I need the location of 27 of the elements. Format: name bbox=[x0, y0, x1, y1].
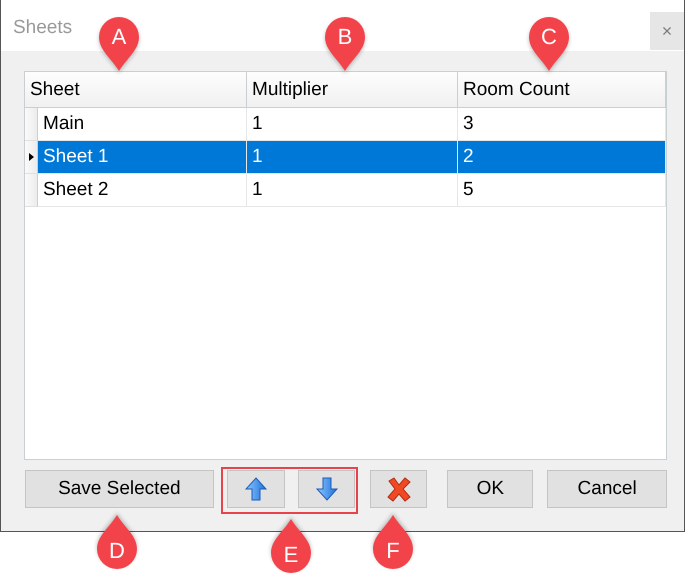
down-arrow-icon bbox=[316, 477, 338, 501]
move-up-button[interactable] bbox=[226, 470, 285, 508]
delete-button[interactable] bbox=[370, 470, 428, 508]
table-cell: Sheet 2 bbox=[38, 174, 247, 207]
callout-marker: A bbox=[96, 14, 142, 72]
column-header[interactable]: Room Count bbox=[458, 72, 666, 108]
window-title: Sheets bbox=[13, 17, 72, 39]
current-row-icon bbox=[28, 153, 34, 161]
column-header[interactable]: Multiplier bbox=[247, 72, 458, 108]
callout-marker: C bbox=[526, 14, 572, 72]
dialog-button[interactable]: Cancel bbox=[547, 470, 667, 508]
callout-marker: F bbox=[370, 514, 416, 572]
column-header[interactable]: Sheet bbox=[25, 72, 247, 108]
callout-marker: B bbox=[322, 14, 368, 72]
dialog-button[interactable]: Save Selected bbox=[25, 470, 214, 508]
table-cell: Sheet 1 bbox=[38, 141, 247, 174]
up-arrow-icon bbox=[244, 477, 267, 501]
dialog-button[interactable]: OK bbox=[447, 470, 534, 508]
table-cell: 5 bbox=[458, 174, 666, 207]
callout-marker: D bbox=[94, 514, 140, 572]
move-down-button[interactable] bbox=[298, 470, 356, 508]
table-cell: 2 bbox=[458, 141, 666, 174]
delete-icon bbox=[386, 476, 412, 502]
callout-marker: E bbox=[268, 518, 314, 576]
table-cell: 1 bbox=[247, 174, 458, 207]
table-cell: 1 bbox=[247, 141, 458, 174]
row-header[interactable] bbox=[25, 141, 38, 174]
